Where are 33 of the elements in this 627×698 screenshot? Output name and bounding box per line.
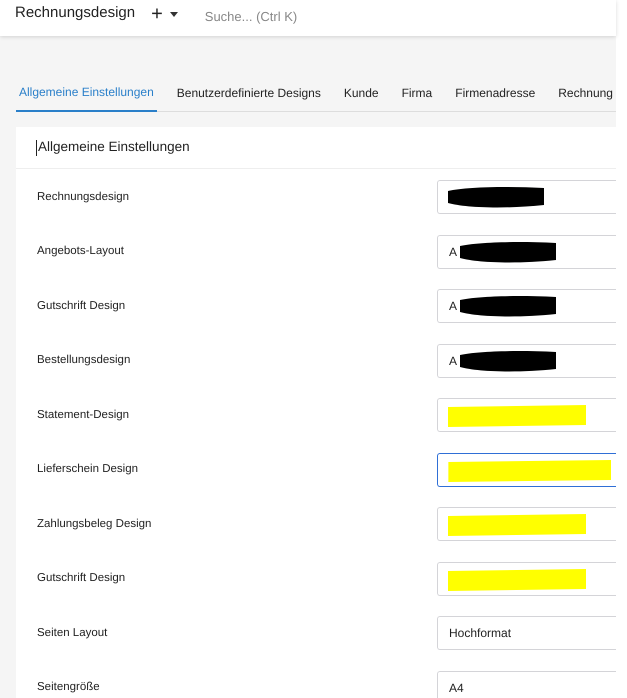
tab[interactable]: Firma: [398, 74, 436, 111]
field-value: A: [449, 244, 458, 261]
page-title: Rechnungsdesign: [15, 2, 136, 23]
select-field[interactable]: A: [437, 234, 616, 269]
field-label: Lieferschein Design: [36, 462, 140, 478]
field-label: Angebots-Layout: [36, 244, 125, 260]
tab[interactable]: Benutzerdefinierte Designs: [174, 74, 324, 111]
tab[interactable]: Kunde: [340, 74, 382, 111]
field-label: Statement-Design: [36, 408, 130, 423]
search-field[interactable]: Suche... (Ctrl K): [204, 7, 355, 27]
text-cursor: [36, 140, 37, 156]
select-field[interactable]: [437, 452, 616, 487]
select-field[interactable]: A: [437, 289, 616, 324]
caret-icon[interactable]: [170, 12, 178, 16]
field-value: A4: [449, 680, 464, 697]
select-field[interactable]: A: [437, 344, 616, 378]
field-label: Seiten Layout: [36, 626, 108, 641]
field-label: Seitengröße: [36, 680, 101, 696]
field-label: Zahlungsbeleg Design: [36, 516, 152, 532]
tab[interactable]: Allgemeine Einstellungen: [16, 74, 157, 112]
field-value: Hochformat: [449, 625, 512, 642]
card-title: Allgemeine Einstellungen: [38, 138, 190, 156]
field-label: Rechnungsdesign: [36, 190, 130, 205]
tab[interactable]: Firmenadresse: [452, 74, 538, 111]
field-value: A: [449, 352, 458, 370]
select-field[interactable]: Hochformat: [437, 616, 616, 650]
field-label: Gutschrift Design: [36, 571, 126, 586]
tab[interactable]: Rechnung: [555, 74, 616, 111]
add-button[interactable]: +: [151, 0, 163, 29]
field-label: Gutschrift Design: [36, 298, 126, 314]
field-label: Bestellungsdesign: [36, 353, 132, 368]
select-field[interactable]: A4: [437, 670, 616, 698]
field-value: A: [449, 298, 458, 316]
